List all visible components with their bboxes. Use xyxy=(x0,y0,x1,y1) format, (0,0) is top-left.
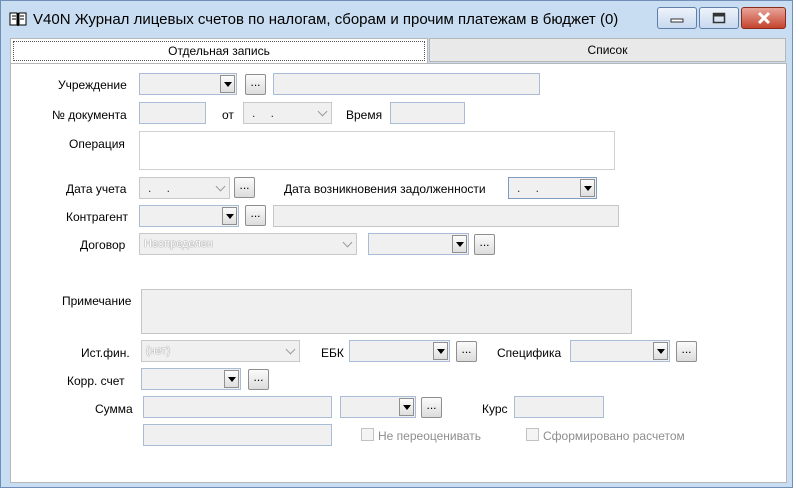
accounting-date-browse-button[interactable]: ... xyxy=(234,177,255,198)
counterparty-browse-button[interactable]: ... xyxy=(245,205,266,226)
contract-combo[interactable]: Неопределен xyxy=(139,233,357,255)
chevron-down-icon[interactable] xyxy=(399,398,414,416)
calculated-label: Сформировано расчетом xyxy=(543,429,685,443)
doc-date-picker[interactable]: . . xyxy=(243,102,332,124)
ebk-label: ЕБК xyxy=(321,346,344,360)
close-button[interactable] xyxy=(741,7,786,29)
chevron-down-icon[interactable] xyxy=(315,104,330,122)
no-revalue-label: Не переоценивать xyxy=(378,429,482,443)
calculated-checkbox[interactable] xyxy=(526,428,539,441)
minimize-icon xyxy=(670,18,684,23)
window-title: V40N Журнал лицевых счетов по налогам, с… xyxy=(33,11,619,28)
counterparty-combo[interactable] xyxy=(139,205,239,227)
app-window: V40N Журнал лицевых счетов по налогам, с… xyxy=(0,0,793,488)
specific-combo[interactable] xyxy=(570,340,670,362)
maximize-icon xyxy=(712,12,726,24)
accounting-date-label: Дата учета xyxy=(66,182,127,196)
tab-label: Список xyxy=(587,43,628,57)
fin-source-value: (нет) xyxy=(146,345,171,357)
chevron-down-icon[interactable] xyxy=(224,370,239,388)
specific-browse-button[interactable]: ... xyxy=(676,341,697,362)
tab-bar: Отдельная запись Список xyxy=(7,37,787,65)
chevron-down-icon[interactable] xyxy=(222,207,237,225)
debt-date-value: . . xyxy=(517,181,546,195)
chevron-down-icon[interactable] xyxy=(220,75,235,93)
title-bar[interactable]: V40N Журнал лицевых счетов по налогам, с… xyxy=(1,1,792,35)
contract-extra-combo[interactable] xyxy=(368,233,469,255)
institution-browse-button[interactable]: ... xyxy=(245,74,266,95)
corr-account-browse-button[interactable]: ... xyxy=(248,369,269,390)
sum-label: Сумма xyxy=(95,402,133,416)
doc-date-value: . . xyxy=(252,106,281,120)
chevron-down-icon[interactable] xyxy=(213,179,228,197)
chevron-down-icon[interactable] xyxy=(580,179,595,197)
tab-list[interactable]: Список xyxy=(429,38,786,62)
chevron-down-icon[interactable] xyxy=(340,235,355,253)
corr-account-combo[interactable] xyxy=(141,368,241,390)
chevron-down-icon[interactable] xyxy=(653,342,668,360)
operation-field[interactable] xyxy=(139,131,615,170)
counterparty-label: Контрагент xyxy=(66,210,129,224)
institution-combo[interactable] xyxy=(139,73,237,95)
close-icon xyxy=(757,11,770,25)
rate-input[interactable] xyxy=(514,396,604,418)
sum-secondary-input[interactable] xyxy=(143,424,332,446)
book-icon xyxy=(9,11,27,27)
sum-input[interactable] xyxy=(143,396,332,418)
ebk-combo[interactable] xyxy=(349,340,450,362)
contract-label: Договор xyxy=(80,238,126,252)
chevron-down-icon[interactable] xyxy=(433,342,448,360)
accounting-date-picker[interactable]: . . xyxy=(139,177,230,199)
contract-value: Неопределен xyxy=(144,238,213,250)
ebk-browse-button[interactable]: ... xyxy=(456,341,477,362)
maximize-button[interactable] xyxy=(699,7,739,29)
fin-source-combo[interactable]: (нет) xyxy=(141,340,300,362)
accounting-date-value: . . xyxy=(148,181,177,195)
fin-source-label: Ист.фин. xyxy=(81,346,130,360)
note-field[interactable] xyxy=(141,289,632,334)
doc-number-label: № документа xyxy=(52,108,127,122)
contract-browse-button[interactable]: ... xyxy=(474,234,495,255)
minimize-button[interactable] xyxy=(657,7,697,29)
corr-account-label: Корр. счет xyxy=(67,374,125,388)
no-revalue-checkbox[interactable] xyxy=(361,428,374,441)
doc-number-input[interactable] xyxy=(139,102,206,124)
tab-single-record[interactable]: Отдельная запись xyxy=(10,38,428,63)
institution-name-field xyxy=(273,73,540,95)
chevron-down-icon[interactable] xyxy=(452,235,467,253)
operation-label: Операция xyxy=(69,137,125,151)
specific-label: Специфика xyxy=(497,346,562,360)
tab-label: Отдельная запись xyxy=(168,44,270,58)
chevron-down-icon[interactable] xyxy=(283,342,298,360)
note-label: Примечание xyxy=(62,294,132,308)
time-label: Время xyxy=(346,108,383,122)
rate-label: Курс xyxy=(482,402,508,416)
counterparty-name-field xyxy=(273,205,619,227)
debt-date-label: Дата возникновения задолженности xyxy=(284,182,486,196)
currency-browse-button[interactable]: ... xyxy=(421,397,442,418)
record-form: Учреждение ... № документа от . . Время … xyxy=(10,63,787,483)
currency-combo[interactable] xyxy=(340,396,416,418)
debt-date-picker[interactable]: . . xyxy=(508,177,597,199)
from-label: от xyxy=(222,108,234,122)
time-input[interactable] xyxy=(390,102,465,124)
institution-label: Учреждение xyxy=(58,78,127,92)
